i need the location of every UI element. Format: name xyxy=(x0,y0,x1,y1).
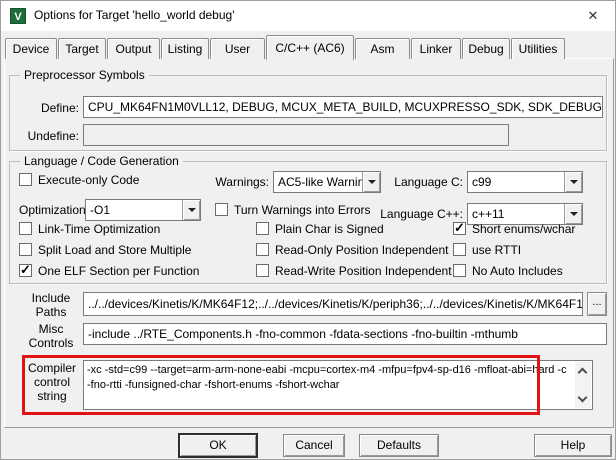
window-title: Options for Target 'hello_world debug' xyxy=(34,8,235,22)
defaults-button[interactable]: Defaults xyxy=(359,434,439,457)
warnings-label: Warnings: xyxy=(215,175,269,189)
help-button[interactable]: Help xyxy=(534,434,612,457)
checkbox-box xyxy=(453,264,466,277)
checkbox-box xyxy=(19,173,32,186)
tab-target[interactable]: Target xyxy=(58,38,106,59)
define-input[interactable]: CPU_MK64FN1M0VLL12, DEBUG, MCUX_META_BUI… xyxy=(83,96,603,118)
optimization-label: Optimization: xyxy=(19,203,90,217)
tab-debug[interactable]: Debug xyxy=(462,38,510,59)
misc-controls-input[interactable]: -include ../RTE_Components.h -fno-common… xyxy=(83,323,607,345)
dropdown-arrow-icon[interactable] xyxy=(362,172,380,192)
checkbox-box xyxy=(19,262,32,278)
language-c-label: Language C: xyxy=(394,175,463,189)
cancel-button[interactable]: Cancel xyxy=(283,434,345,457)
include-paths-label: Include Paths xyxy=(31,291,71,319)
tab-strip: Device Target Output Listing User C/C++ … xyxy=(5,34,566,60)
language-cpp-label: Language C++: xyxy=(380,207,463,221)
tab-asm[interactable]: Asm xyxy=(355,38,410,59)
options-for-target-dialog: V Options for Target 'hello_world debug'… xyxy=(0,0,616,460)
checkbox-box xyxy=(19,222,32,235)
tab-user[interactable]: User xyxy=(210,38,265,59)
scrollbar[interactable] xyxy=(575,362,591,408)
checkbox-box xyxy=(256,243,269,256)
define-label: Define: xyxy=(40,101,79,115)
warnings-select[interactable]: AC5-like Warnings xyxy=(273,171,381,193)
checkbox-box xyxy=(453,220,466,236)
undefine-label: Undefine: xyxy=(27,129,79,143)
tab-listing[interactable]: Listing xyxy=(161,38,209,59)
checkbox-box xyxy=(215,203,228,216)
dropdown-arrow-icon[interactable] xyxy=(182,200,200,220)
checkbox-box xyxy=(256,264,269,277)
checkbox-box xyxy=(19,243,32,256)
misc-controls-label: Misc Controls xyxy=(28,322,74,350)
close-icon[interactable]: ✕ xyxy=(581,5,605,27)
tab-utilities[interactable]: Utilities xyxy=(511,38,565,59)
scroll-up-icon[interactable] xyxy=(577,367,588,378)
compiler-control-string-text: -xc -std=c99 --target=arm-arm-none-eabi … xyxy=(87,364,567,391)
compiler-control-string-box[interactable]: -xc -std=c99 --target=arm-arm-none-eabi … xyxy=(83,360,593,410)
dropdown-arrow-icon[interactable] xyxy=(564,204,582,224)
optimization-select[interactable]: -O1 xyxy=(85,199,201,221)
dropdown-arrow-icon[interactable] xyxy=(564,172,582,192)
include-paths-input[interactable]: ../../devices/Kinetis/K/MK64F12;../../de… xyxy=(83,292,583,316)
ok-button[interactable]: OK xyxy=(179,434,257,457)
scroll-down-icon[interactable] xyxy=(577,392,588,403)
compiler-control-string-label: Compiler control string xyxy=(27,361,76,403)
language-c-select[interactable]: c99 xyxy=(467,171,583,193)
tab-device[interactable]: Device xyxy=(5,38,57,59)
checkbox-box xyxy=(453,243,466,256)
titlebar: V Options for Target 'hello_world debug'… xyxy=(1,1,615,31)
undefine-input[interactable] xyxy=(83,124,509,146)
tab-linker[interactable]: Linker xyxy=(411,38,461,59)
group-title: Preprocessor Symbols xyxy=(20,68,149,82)
checkbox-box xyxy=(256,222,269,235)
include-paths-browse-button[interactable]: ... xyxy=(587,292,607,316)
uvision-app-icon: V xyxy=(10,8,26,24)
tab-c-cpp-ac6[interactable]: C/C++ (AC6) xyxy=(266,35,354,60)
tab-output[interactable]: Output xyxy=(107,38,160,59)
group-title: Language / Code Generation xyxy=(20,154,183,168)
